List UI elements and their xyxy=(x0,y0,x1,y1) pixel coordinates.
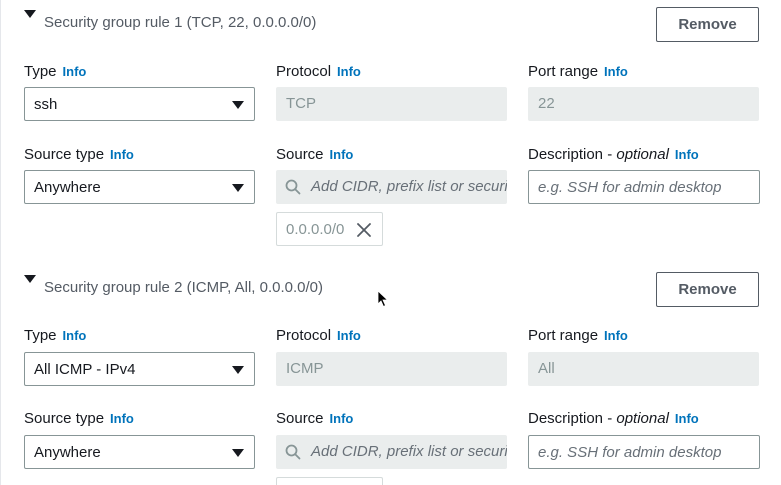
type-label: Type Info xyxy=(24,327,86,344)
type-label-text: Type xyxy=(24,63,57,80)
description-info-link[interactable]: Info xyxy=(675,147,699,162)
chevron-down-icon xyxy=(232,101,244,109)
type-label: Type Info xyxy=(24,63,86,80)
port-range-label: Port range Info xyxy=(528,63,628,80)
source-type-label: Source type Info xyxy=(24,146,134,163)
description-input[interactable]: e.g. SSH for admin desktop xyxy=(528,170,760,204)
protocol-value: ICMP xyxy=(286,360,324,377)
source-token-value: 0.0.0.0/0 xyxy=(286,221,345,238)
source-type-label: Source type Info xyxy=(24,410,134,427)
source-info-link[interactable]: Info xyxy=(330,147,354,162)
search-icon xyxy=(285,179,301,195)
caret-down-icon[interactable] xyxy=(24,10,36,18)
type-info-link[interactable]: Info xyxy=(63,64,87,79)
port-range-value: 22 xyxy=(538,95,555,112)
source-label: Source Info xyxy=(276,410,353,427)
source-search-input[interactable]: Add CIDR, prefix list or security group xyxy=(276,435,507,469)
protocol-label-text: Protocol xyxy=(276,63,332,80)
source-type-label-text: Source type xyxy=(24,146,105,163)
search-icon xyxy=(285,444,301,460)
description-label-text: Description - xyxy=(528,410,617,427)
port-range-value: All xyxy=(538,360,555,377)
source-type-select[interactable]: Anywhere xyxy=(24,170,255,204)
type-select-value: All ICMP - IPv4 xyxy=(34,361,136,378)
description-label: Description - optional Info xyxy=(528,410,699,427)
port-range-info-link[interactable]: Info xyxy=(604,328,628,343)
source-type-value: Anywhere xyxy=(34,179,101,196)
description-info-link[interactable]: Info xyxy=(675,411,699,426)
protocol-value: TCP xyxy=(286,95,316,112)
chevron-down-icon xyxy=(232,184,244,192)
rule-header: Security group rule 2 (ICMP, All, 0.0.0.… xyxy=(0,265,781,315)
source-token xyxy=(276,477,383,485)
rule-header: Security group rule 1 (TCP, 22, 0.0.0.0/… xyxy=(0,0,781,50)
rule-title[interactable]: Security group rule 1 (TCP, 22, 0.0.0.0/… xyxy=(44,14,316,31)
caret-down-icon[interactable] xyxy=(24,275,36,283)
description-optional: optional xyxy=(616,146,669,163)
type-select[interactable]: ssh xyxy=(24,87,255,121)
remove-rule-button[interactable]: Remove xyxy=(656,7,759,42)
mouse-cursor-icon xyxy=(377,290,389,308)
port-range-info-link[interactable]: Info xyxy=(604,64,628,79)
close-icon[interactable] xyxy=(356,222,372,238)
chevron-down-icon xyxy=(232,366,244,374)
description-input[interactable]: e.g. SSH for admin desktop xyxy=(528,435,760,469)
description-placeholder: e.g. SSH for admin desktop xyxy=(538,444,722,461)
source-placeholder: Add CIDR, prefix list or security group xyxy=(311,178,507,195)
description-label: Description - optional Info xyxy=(528,146,699,163)
type-select[interactable]: All ICMP - IPv4 xyxy=(24,352,255,386)
description-placeholder: e.g. SSH for admin desktop xyxy=(538,179,722,196)
chevron-down-icon xyxy=(232,449,244,457)
source-placeholder: Add CIDR, prefix list or security group xyxy=(311,443,507,460)
port-range-label-text: Port range xyxy=(528,63,599,80)
type-label-text: Type xyxy=(24,327,57,344)
description-label-text: Description - xyxy=(528,146,617,163)
type-select-value: ssh xyxy=(34,96,58,113)
source-type-info-link[interactable]: Info xyxy=(110,411,134,426)
panel-left-border xyxy=(0,0,5,485)
remove-rule-button[interactable]: Remove xyxy=(656,272,759,307)
source-type-value: Anywhere xyxy=(34,444,101,461)
protocol-label: Protocol Info xyxy=(276,63,361,80)
source-token: 0.0.0.0/0 xyxy=(276,212,383,246)
type-info-link[interactable]: Info xyxy=(63,328,87,343)
description-optional: optional xyxy=(616,410,669,427)
source-type-select[interactable]: Anywhere xyxy=(24,435,255,469)
protocol-info-link[interactable]: Info xyxy=(337,328,361,343)
rule-title[interactable]: Security group rule 2 (ICMP, All, 0.0.0.… xyxy=(44,279,323,296)
source-label-text: Source xyxy=(276,146,324,163)
protocol-field: TCP xyxy=(276,87,507,121)
protocol-label-text: Protocol xyxy=(276,327,332,344)
port-range-field: 22 xyxy=(528,87,759,121)
port-range-label-text: Port range xyxy=(528,327,599,344)
source-label: Source Info xyxy=(276,146,353,163)
source-type-label-text: Source type xyxy=(24,410,105,427)
source-search-input[interactable]: Add CIDR, prefix list or security group xyxy=(276,170,507,204)
source-label-text: Source xyxy=(276,410,324,427)
port-range-label: Port range Info xyxy=(528,327,628,344)
protocol-info-link[interactable]: Info xyxy=(337,64,361,79)
port-range-field: All xyxy=(528,352,759,386)
source-type-info-link[interactable]: Info xyxy=(110,147,134,162)
source-info-link[interactable]: Info xyxy=(330,411,354,426)
protocol-label: Protocol Info xyxy=(276,327,361,344)
protocol-field: ICMP xyxy=(276,352,507,386)
